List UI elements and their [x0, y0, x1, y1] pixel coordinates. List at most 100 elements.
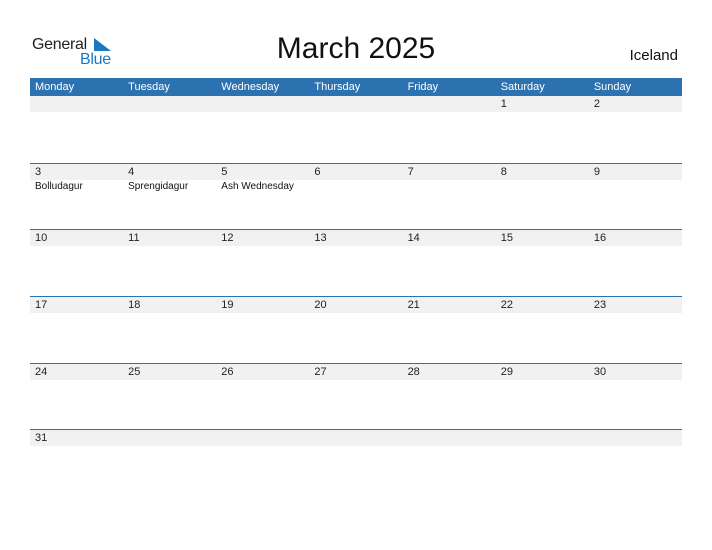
day-number: 4 [128, 165, 135, 178]
holiday-label [496, 380, 589, 381]
date-strip: 31 [30, 430, 682, 447]
day-number: 25 [128, 365, 141, 378]
holiday-label: Ash Wednesday [221, 180, 294, 192]
weekday-header: Monday Tuesday Wednesday Thursday Friday… [30, 78, 682, 96]
week-row: 10 11 12 13 14 15 16 [30, 229, 682, 296]
day-number [216, 430, 309, 446]
holiday-label [403, 246, 496, 247]
day-number: 12 [221, 232, 234, 245]
holiday-label [123, 246, 216, 247]
day-number [589, 430, 682, 446]
holiday-label [30, 246, 123, 247]
holiday-label [216, 246, 309, 247]
day-number [403, 96, 496, 112]
events-row [30, 112, 682, 113]
date-strip: 24 25 26 27 28 29 30 [30, 363, 682, 380]
holiday-label [403, 380, 496, 381]
holiday-label [403, 180, 496, 192]
holiday-label [30, 380, 123, 381]
day-number: 30 [593, 365, 607, 378]
week-row: 12 [30, 96, 682, 163]
day-number: 16 [593, 232, 607, 245]
events-row [30, 446, 682, 447]
holiday-label [403, 446, 496, 447]
holiday-label [403, 112, 496, 113]
events-row [30, 313, 682, 314]
day-number: 24 [35, 365, 48, 378]
day-number: 15 [500, 232, 513, 245]
holiday-label [309, 313, 402, 314]
holiday-label [216, 112, 309, 113]
date-strip: 10 11 12 13 14 15 16 [30, 230, 682, 247]
holiday-label [309, 380, 402, 381]
holiday-label [496, 246, 589, 247]
day-number: 18 [128, 299, 141, 312]
day-number: 27 [314, 365, 327, 378]
day-number: 10 [35, 232, 48, 245]
week-row: 31 [30, 429, 682, 496]
events-row [30, 246, 682, 247]
day-number: 21 [407, 299, 420, 312]
holiday-label [403, 313, 496, 314]
holiday-label [589, 180, 682, 192]
day-number: 26 [221, 365, 234, 378]
day-number [123, 96, 216, 112]
day-number [30, 96, 123, 112]
holiday-label: Bolludagur [35, 180, 83, 192]
holiday-label [123, 446, 216, 447]
weekday-tuesday: Tuesday [128, 81, 170, 93]
holiday-label [216, 380, 309, 381]
day-number [496, 430, 589, 446]
week-row: 17 18 19 20 21 22 23 [30, 296, 682, 363]
day-number: 17 [35, 299, 48, 312]
holiday-label [589, 380, 682, 381]
holiday-label [30, 112, 123, 113]
holiday-label [496, 180, 589, 192]
day-number: 3 [35, 165, 42, 178]
weekday-monday: Monday [35, 81, 75, 93]
holiday-label: Sprengidagur [128, 180, 189, 192]
holiday-label [309, 180, 402, 192]
country-label: Iceland [629, 47, 678, 64]
holiday-label [123, 313, 216, 314]
week-row: 24 25 26 27 28 29 30 [30, 362, 682, 430]
holiday-label [589, 446, 682, 447]
day-number: 11 [128, 232, 140, 245]
calendar-grid: Monday Tuesday Wednesday Thursday Friday… [30, 78, 682, 496]
holiday-label [123, 380, 216, 381]
weekday-sunday: Sunday [593, 81, 632, 93]
day-number [309, 430, 402, 446]
weekday-wednesday: Wednesday [221, 81, 280, 93]
holiday-label [216, 313, 309, 314]
day-number: 31 [35, 432, 48, 445]
holiday-label [309, 112, 402, 113]
holiday-label [496, 112, 589, 113]
holiday-label [589, 313, 682, 314]
day-number [309, 96, 402, 112]
holiday-label [30, 313, 123, 314]
holiday-label [589, 246, 682, 247]
day-number: 23 [593, 299, 607, 312]
page-title: March 2025 [276, 32, 436, 65]
week-row: 3 4 5 6 7 8 9 Bolludagur Sprengidagur Ash Wednesd… [30, 162, 682, 230]
day-number: 2 [593, 98, 600, 110]
events-row: Bolludagur Sprengidagur Ash Wednesday [30, 180, 682, 192]
weekday-saturday: Saturday [500, 81, 545, 93]
day-number: 9 [593, 165, 600, 178]
weekday-friday: Friday [407, 81, 439, 93]
date-strip: 3 4 5 6 7 8 9 [30, 163, 682, 180]
day-number: 22 [500, 299, 513, 312]
holiday-label [496, 446, 589, 447]
day-number: 5 [221, 165, 228, 178]
day-number: 1 [500, 98, 507, 110]
holiday-label [589, 112, 682, 113]
weekday-thursday: Thursday [314, 81, 361, 93]
day-number [403, 430, 496, 446]
events-row [30, 380, 682, 381]
holiday-label [309, 446, 402, 447]
holiday-label [496, 313, 589, 314]
day-number: 6 [314, 165, 321, 178]
day-number [216, 96, 309, 112]
day-number: 28 [407, 365, 420, 378]
day-number: 8 [500, 165, 507, 178]
